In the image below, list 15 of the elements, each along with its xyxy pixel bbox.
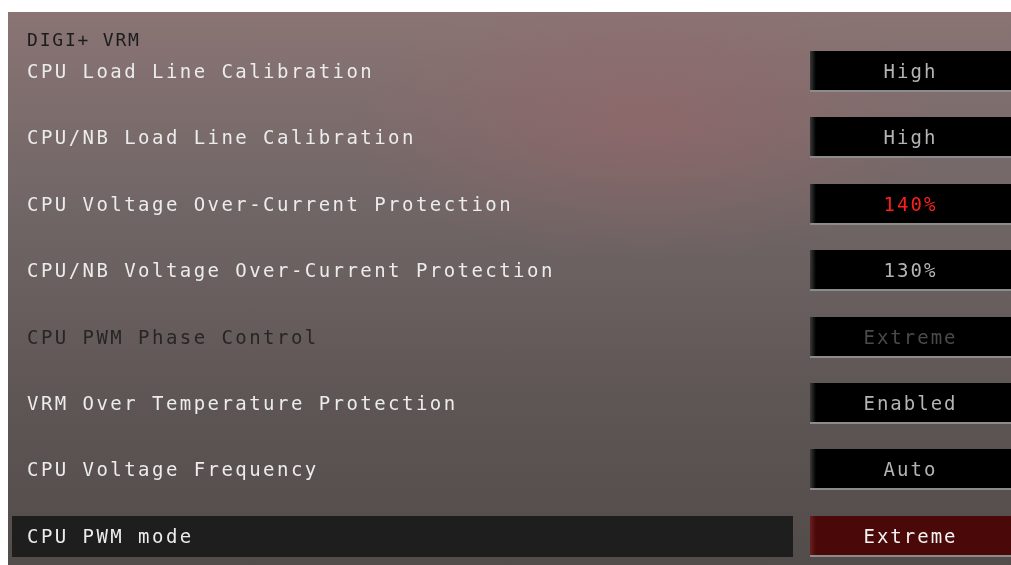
value-selector[interactable]: 130%: [810, 250, 1011, 292]
setting-label[interactable]: CPU/NB Voltage Over-Current Protection: [12, 250, 793, 292]
setting-label[interactable]: VRM Over Temperature Protection: [12, 382, 793, 424]
setting-label[interactable]: CPU Voltage Frequency: [12, 449, 793, 491]
value-selector[interactable]: Auto: [810, 449, 1011, 491]
setting-label[interactable]: CPU/NB Load Line Calibration: [12, 117, 793, 159]
value-selector[interactable]: 140%: [810, 183, 1011, 225]
value-selector[interactable]: High: [810, 117, 1011, 159]
setting-label[interactable]: CPU Voltage Over-Current Protection: [12, 183, 793, 225]
value-selector[interactable]: High: [810, 51, 1011, 92]
value-selector[interactable]: Extreme: [810, 515, 1011, 557]
setting-label[interactable]: CPU Load Line Calibration: [12, 51, 793, 92]
setting-label[interactable]: CPU PWM mode: [12, 515, 793, 557]
section-title: DIGI+ VRM: [26, 28, 142, 51]
value-selector[interactable]: Enabled: [810, 382, 1011, 424]
